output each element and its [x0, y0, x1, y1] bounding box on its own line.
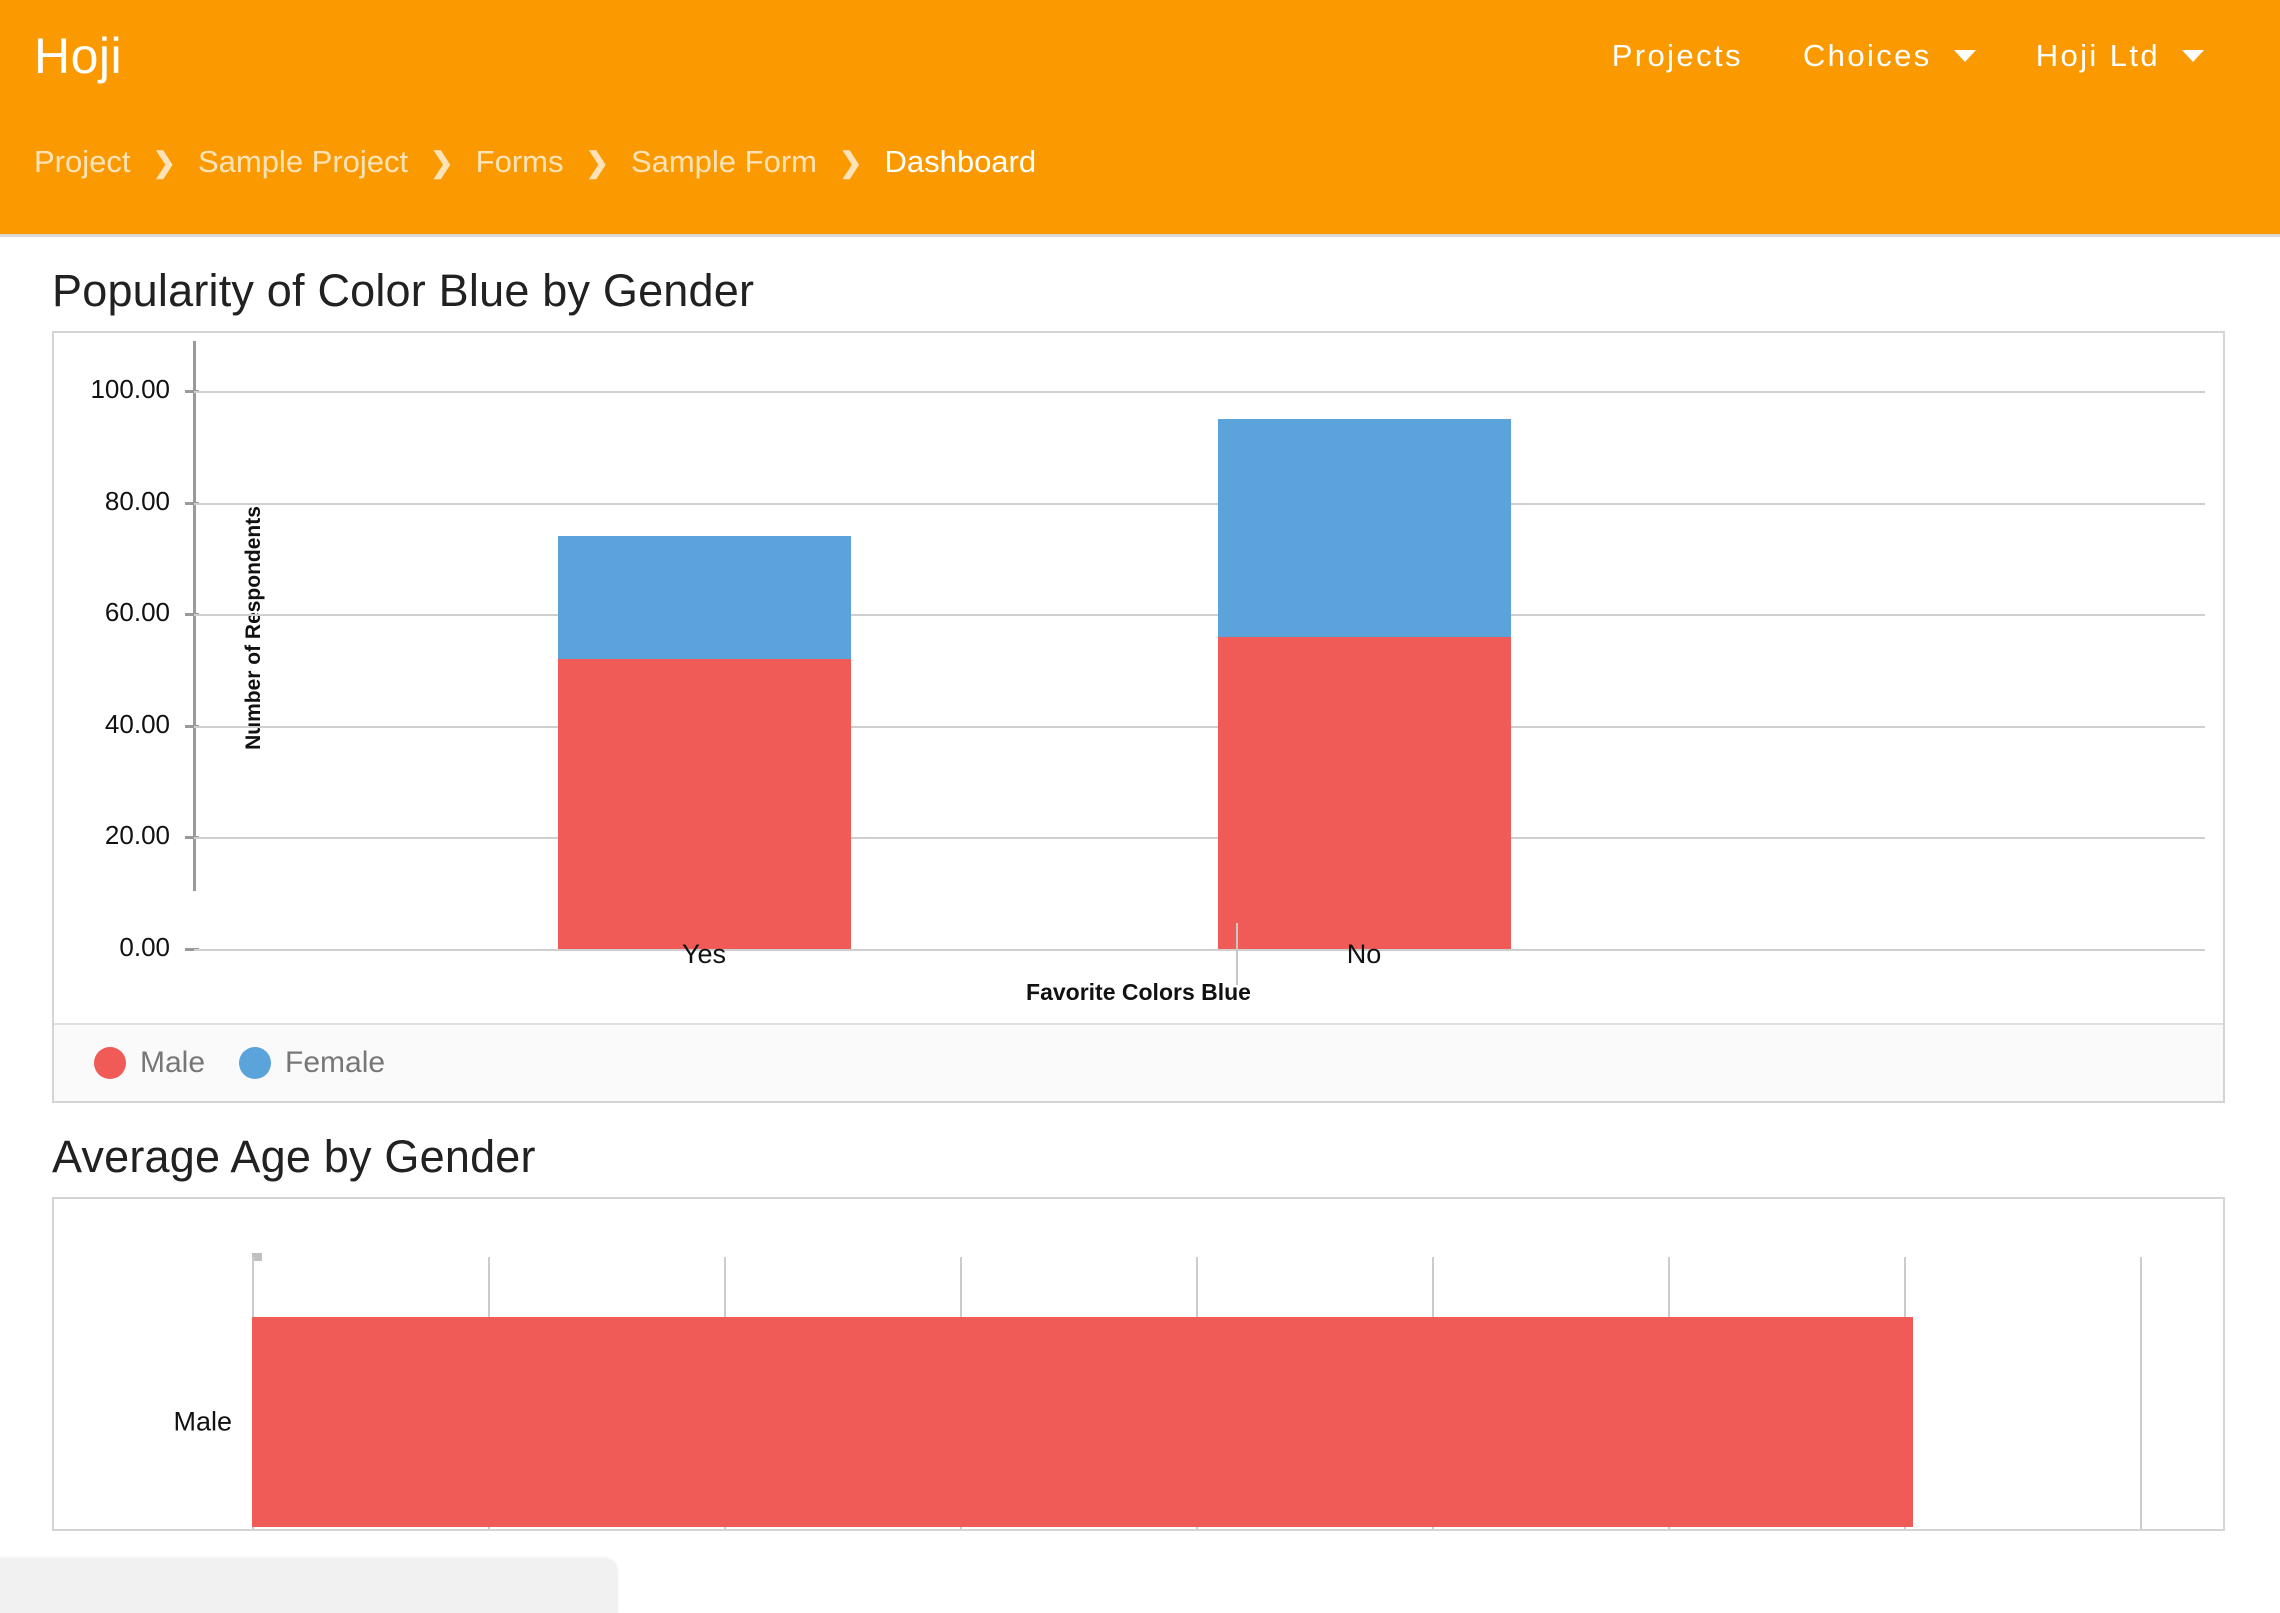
- brand-logo[interactable]: Hoji: [34, 31, 122, 81]
- dashboard-page: Popularity of Color Blue by Gender Numbe…: [0, 265, 2280, 1531]
- chevron-down-icon: [2182, 50, 2204, 62]
- app-header: Hoji Projects Choices Hoji Ltd Project ❯…: [0, 0, 2280, 237]
- chart1-bar-segment-male[interactable]: [558, 658, 851, 949]
- page-title-average-age: Average Age by Gender: [52, 1131, 536, 1182]
- breadcrumb: Project ❯ Sample Project ❯ Forms ❯ Sampl…: [34, 140, 1036, 184]
- chart1-y-axis-title: Number of Respondents: [241, 506, 265, 750]
- breadcrumb-separator-icon: ❯: [838, 146, 863, 178]
- breadcrumb-item-sample-project[interactable]: Sample Project: [198, 140, 408, 184]
- breadcrumb-item-dashboard: Dashboard: [884, 144, 1037, 179]
- chart1-gridline: [194, 502, 2205, 505]
- chart1-gridline: [194, 725, 2205, 728]
- breadcrumb-item-sample-form[interactable]: Sample Form: [631, 140, 817, 184]
- main-nav: Projects Choices Hoji Ltd: [1582, 28, 2234, 84]
- chart2-bar-male[interactable]: [252, 1317, 1914, 1527]
- chart1-bar-segment-female[interactable]: [558, 536, 851, 659]
- chart1-bar-segment-male[interactable]: [1218, 636, 1511, 949]
- breadcrumb-item-project[interactable]: Project: [34, 140, 130, 184]
- nav-item-projects-label: Projects: [1611, 38, 1743, 73]
- breadcrumb-separator-icon: ❯: [152, 146, 176, 178]
- chart1-legend-label: Female: [285, 1046, 386, 1079]
- chart1-y-tick-label: 60.00: [104, 597, 170, 628]
- legend-swatch-icon: [239, 1047, 272, 1079]
- chart1-y-tick-label: 40.00: [104, 708, 170, 739]
- chart-card-popularity: Number of Respondents 0.00 20.00 40.00 60.0…: [52, 331, 2225, 1103]
- chart1-stacked-column[interactable]: [1218, 333, 1511, 949]
- chart2-y-label-male: Male: [173, 1406, 232, 1437]
- chart1-stacked-column[interactable]: [558, 333, 851, 949]
- legend-swatch-icon: [94, 1047, 126, 1079]
- chart1-y-tick-label: 80.00: [104, 485, 170, 516]
- nav-item-projects[interactable]: Projects: [1582, 28, 1773, 84]
- chart1-x-axis-title: Favorite Colors Blue: [1026, 979, 1251, 1005]
- chart1-gridline: [194, 614, 2205, 617]
- breadcrumb-separator-icon: ❯: [430, 146, 454, 178]
- horizontal-bar-chart: Male: [54, 1199, 2223, 1529]
- chart1-x-axis-separator: [1236, 923, 1238, 985]
- chart1-bar-segment-female[interactable]: [1218, 418, 1511, 637]
- breadcrumb-item-forms[interactable]: Forms: [476, 140, 564, 184]
- browser-status-panel[interactable]: [0, 1558, 618, 1613]
- chart1-x-label-no: No: [1346, 939, 1382, 969]
- nav-item-choices-label: Choices: [1802, 38, 1932, 73]
- chart1-x-axis: Yes No Favorite Colors Blue: [54, 923, 2223, 1023]
- nav-item-account[interactable]: Hoji Ltd: [2006, 28, 2234, 84]
- chart-card-average-age: Male: [52, 1197, 2225, 1531]
- chart1-gridline: [194, 391, 2205, 393]
- chart1-x-label-yes: Yes: [681, 939, 727, 969]
- chart1-legend-label: Male: [140, 1046, 206, 1079]
- chevron-down-icon: [1953, 50, 1976, 62]
- stacked-bar-chart: Number of Respondents 0.00 20.00 40.00 60.0…: [54, 333, 2223, 962]
- nav-item-account-label: Hoji Ltd: [2035, 38, 2160, 73]
- breadcrumb-separator-icon: ❯: [585, 146, 609, 178]
- chart1-legend: Male Female: [54, 1023, 2223, 1101]
- chart1-legend-item-female[interactable]: Female: [239, 1046, 385, 1080]
- chart1-y-tick-label: 20.00: [104, 820, 170, 851]
- header-top-bar: Hoji Projects Choices Hoji Ltd: [0, 0, 2280, 94]
- page-title-popularity: Popularity of Color Blue by Gender: [52, 265, 755, 316]
- nav-item-choices[interactable]: Choices: [1773, 28, 2006, 84]
- chart1-y-tick-label: 100.00: [90, 374, 170, 404]
- chart1-legend-item-male[interactable]: Male: [94, 1046, 205, 1080]
- chart2-gridline: [2140, 1257, 2142, 1529]
- chart1-gridline: [194, 837, 2205, 840]
